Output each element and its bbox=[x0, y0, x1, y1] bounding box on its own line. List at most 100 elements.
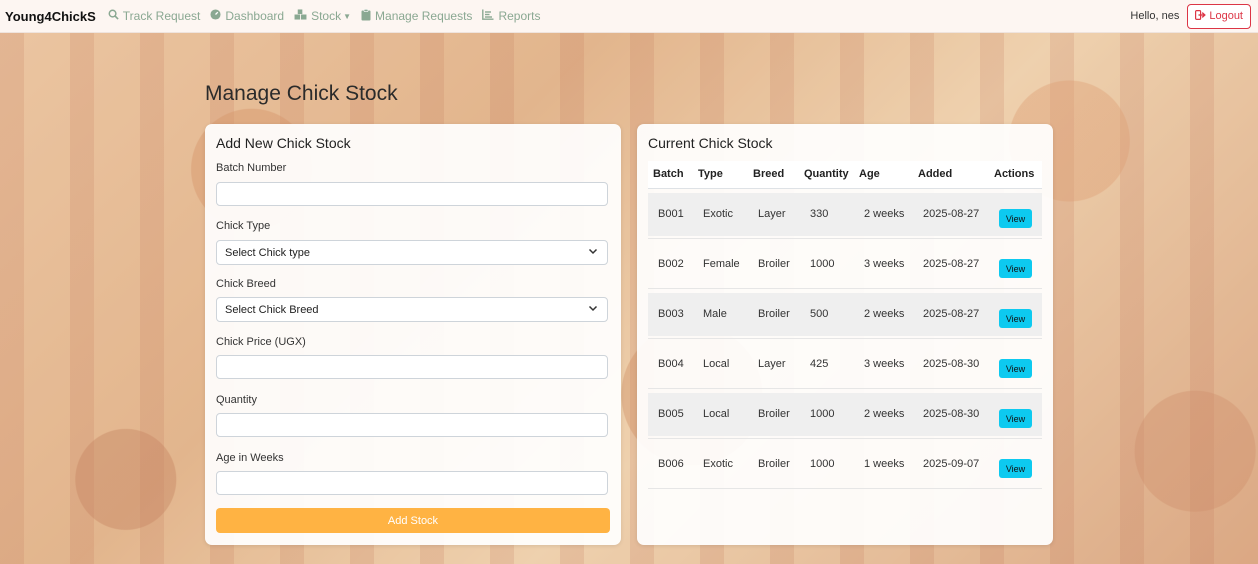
col-actions: Actions bbox=[994, 168, 1035, 180]
cell-breed: Broiler bbox=[758, 408, 790, 420]
chick-breed-label: Chick Breed bbox=[216, 278, 276, 290]
add-stock-button[interactable]: Add Stock bbox=[216, 508, 610, 533]
cell-quantity: 1000 bbox=[810, 408, 835, 420]
col-breed: Breed bbox=[753, 168, 785, 180]
col-added: Added bbox=[918, 168, 953, 180]
batch-number-input[interactable] bbox=[216, 182, 608, 206]
chick-breed-value: Select Chick Breed bbox=[225, 303, 319, 316]
cell-batch: B001 bbox=[658, 208, 684, 220]
cell-breed: Broiler bbox=[758, 258, 790, 270]
nav-label: Reports bbox=[498, 9, 541, 23]
chevron-down-icon bbox=[588, 246, 598, 259]
chick-price-input[interactable] bbox=[216, 355, 608, 379]
col-quantity: Quantity bbox=[804, 168, 849, 180]
cell-type: Local bbox=[703, 408, 730, 420]
table-row: B006 Exotic Broiler 1000 1 weeks 2025-09-07 Vi… bbox=[648, 439, 1042, 489]
cell-type: Exotic bbox=[703, 208, 733, 220]
view-button[interactable]: View bbox=[999, 309, 1032, 328]
table-row: B002 Female Broiler 1000 3 weeks 2025-08-27 Vi… bbox=[648, 239, 1042, 289]
cell-age: 2 weeks bbox=[864, 408, 905, 420]
nav-user-area: Hello, nes Logout bbox=[1130, 3, 1258, 29]
cell-added: 2025-09-07 bbox=[923, 458, 980, 470]
cell-breed: Layer bbox=[758, 358, 786, 370]
cell-breed: Broiler bbox=[758, 308, 790, 320]
cell-age: 2 weeks bbox=[864, 308, 905, 320]
cell-batch: B002 bbox=[658, 258, 684, 270]
cell-breed: Broiler bbox=[758, 458, 790, 470]
clipboard-icon bbox=[361, 8, 371, 24]
cell-age: 2 weeks bbox=[864, 208, 905, 220]
col-type: Type bbox=[698, 168, 723, 180]
cell-breed: Layer bbox=[758, 208, 786, 220]
col-age: Age bbox=[859, 168, 880, 180]
cell-type: Male bbox=[703, 308, 727, 320]
nav-track-request[interactable]: Track Request bbox=[108, 9, 201, 23]
cell-quantity: 1000 bbox=[810, 458, 835, 470]
view-button[interactable]: View bbox=[999, 259, 1032, 278]
quantity-input[interactable] bbox=[216, 413, 608, 437]
table-row: B004 Local Layer 425 3 weeks 2025-08-30 View bbox=[648, 339, 1042, 389]
cell-added: 2025-08-27 bbox=[923, 308, 980, 320]
brand-logo[interactable]: Young4ChickS bbox=[5, 9, 96, 24]
cell-added: 2025-08-27 bbox=[923, 258, 980, 270]
chick-type-label: Chick Type bbox=[216, 220, 271, 232]
view-button[interactable]: View bbox=[999, 359, 1032, 378]
chick-price-label: Chick Price (UGX) bbox=[216, 336, 306, 348]
quantity-label: Quantity bbox=[216, 394, 257, 406]
stock-title: Current Chick Stock bbox=[648, 135, 773, 151]
nav-label: Manage Requests bbox=[375, 9, 473, 23]
view-button[interactable]: View bbox=[999, 459, 1032, 478]
logout-icon bbox=[1195, 9, 1207, 23]
cell-quantity: 1000 bbox=[810, 258, 835, 270]
cell-added: 2025-08-27 bbox=[923, 208, 980, 220]
form-title: Add New Chick Stock bbox=[216, 135, 351, 151]
cell-batch: B005 bbox=[658, 408, 684, 420]
background-image bbox=[0, 0, 1258, 564]
chick-type-value: Select Chick type bbox=[225, 246, 310, 259]
chick-type-select[interactable]: Select Chick type bbox=[216, 240, 608, 265]
add-stock-card: Add New Chick Stock Batch Number Chick T… bbox=[205, 124, 621, 545]
current-stock-card: Current Chick Stock Batch Type Breed Qua… bbox=[637, 124, 1053, 545]
view-button[interactable]: View bbox=[999, 209, 1032, 228]
nav-dashboard[interactable]: Dashboard bbox=[210, 9, 284, 23]
cell-quantity: 500 bbox=[810, 308, 829, 320]
boxes-icon bbox=[294, 9, 307, 23]
chevron-down-icon bbox=[588, 303, 598, 316]
cell-added: 2025-08-30 bbox=[923, 408, 980, 420]
age-weeks-input[interactable] bbox=[216, 471, 608, 495]
cell-batch: B003 bbox=[658, 308, 684, 320]
dashboard-icon bbox=[210, 9, 221, 23]
user-greeting: Hello, nes bbox=[1130, 10, 1180, 22]
age-weeks-label: Age in Weeks bbox=[216, 452, 284, 464]
chart-icon bbox=[482, 9, 494, 23]
nav-manage-requests[interactable]: Manage Requests bbox=[361, 8, 473, 24]
cell-added: 2025-08-30 bbox=[923, 358, 980, 370]
logout-button[interactable]: Logout bbox=[1187, 3, 1251, 29]
cell-batch: B006 bbox=[658, 458, 684, 470]
table-row: B005 Local Broiler 1000 2 weeks 2025-08-30 Vie… bbox=[648, 389, 1042, 439]
cell-type: Exotic bbox=[703, 458, 733, 470]
stock-table: Batch Type Breed Quantity Age Added Acti… bbox=[648, 161, 1042, 489]
table-row: B003 Male Broiler 500 2 weeks 2025-08-27 View bbox=[648, 289, 1042, 339]
cell-age: 3 weeks bbox=[864, 358, 905, 370]
search-icon bbox=[108, 9, 119, 23]
top-navbar: Young4ChickS Track Request Dashboard Sto… bbox=[0, 0, 1258, 33]
nav-label: Track Request bbox=[122, 9, 201, 23]
chick-breed-select[interactable]: Select Chick Breed bbox=[216, 297, 608, 322]
cell-quantity: 330 bbox=[810, 208, 829, 220]
nav-label: Stock bbox=[311, 9, 342, 23]
page-title: Manage Chick Stock bbox=[205, 82, 398, 105]
view-button[interactable]: View bbox=[999, 409, 1032, 428]
col-batch: Batch bbox=[653, 168, 684, 180]
cell-quantity: 425 bbox=[810, 358, 829, 370]
cell-type: Local bbox=[703, 358, 730, 370]
caret-down-icon: ▼ bbox=[343, 11, 352, 21]
logout-label: Logout bbox=[1209, 10, 1243, 22]
nav-label: Dashboard bbox=[225, 9, 285, 23]
table-row: B001 Exotic Layer 330 2 weeks 2025-08-27 View bbox=[648, 189, 1042, 239]
table-header: Batch Type Breed Quantity Age Added Acti… bbox=[648, 161, 1042, 189]
batch-number-label: Batch Number bbox=[216, 162, 287, 174]
nav-stock-dropdown[interactable]: Stock ▼ bbox=[294, 9, 351, 23]
nav-reports[interactable]: Reports bbox=[482, 9, 540, 23]
cell-type: Female bbox=[703, 258, 740, 270]
